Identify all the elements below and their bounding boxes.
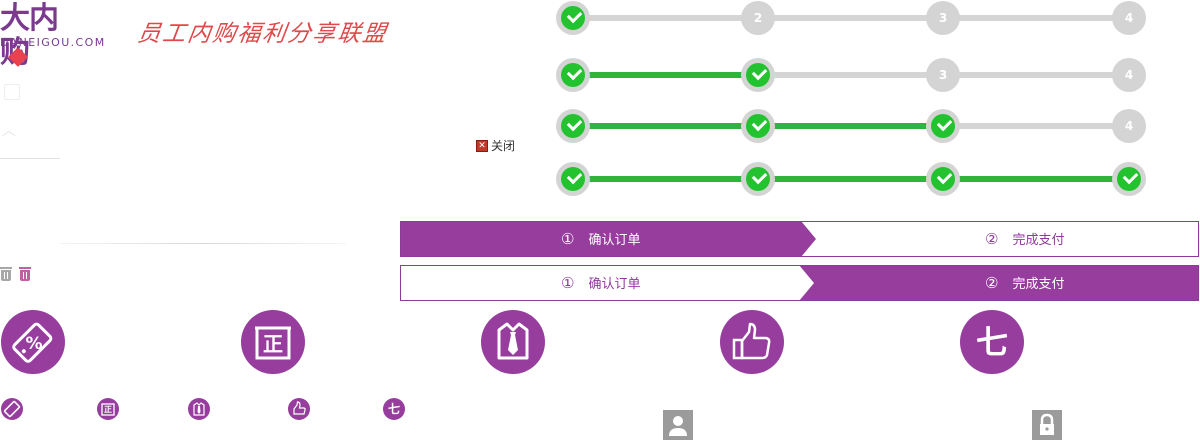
step-4: 4 bbox=[1112, 58, 1146, 92]
order-step-confirm[interactable]: ① 确认订单 bbox=[561, 222, 640, 256]
step-4-complete bbox=[1112, 162, 1146, 196]
logo-domain: DANEIGOU.COM bbox=[0, 36, 106, 49]
lock-icon[interactable] bbox=[1032, 410, 1062, 440]
active-step-arrow bbox=[799, 266, 1198, 300]
progress-row-1: 2 3 4 bbox=[556, 1, 1146, 35]
seven-days-icon: 七 bbox=[960, 310, 1024, 374]
step-4: 4 bbox=[1112, 1, 1146, 35]
step-3-complete bbox=[926, 109, 960, 143]
check-icon bbox=[1122, 168, 1139, 185]
check-icon bbox=[566, 115, 583, 132]
user-icon[interactable] bbox=[663, 410, 693, 440]
step-2-complete bbox=[741, 58, 775, 92]
step-3: 3 bbox=[926, 58, 960, 92]
seven-days-icon-small: 七 bbox=[383, 398, 405, 420]
logo-slogan: 员工内购福利分享联盟 bbox=[135, 21, 390, 47]
order-steps-bar-pay: ① 确认订单 ② 完成支付 bbox=[400, 265, 1199, 301]
step-1-complete bbox=[556, 162, 590, 196]
progress-row-2: 3 4 bbox=[556, 58, 1146, 92]
check-icon bbox=[566, 168, 583, 185]
trash-icon-active[interactable] bbox=[19, 267, 31, 281]
check-icon bbox=[936, 168, 953, 185]
step-2: 2 bbox=[741, 1, 775, 35]
thumbs-up-icon-small bbox=[288, 398, 310, 420]
discount-tag-icon-small bbox=[1, 398, 23, 420]
check-icon bbox=[751, 115, 768, 132]
svg-text:%: % bbox=[25, 334, 42, 354]
active-step-arrow bbox=[401, 222, 816, 256]
check-icon bbox=[936, 115, 953, 132]
step-2-complete bbox=[741, 109, 775, 143]
close-button[interactable]: ✕ 关闭 bbox=[476, 137, 515, 154]
check-icon bbox=[751, 168, 768, 185]
progress-row-3: 4 bbox=[556, 109, 1146, 143]
divider bbox=[0, 158, 60, 159]
step-3-complete bbox=[926, 162, 960, 196]
trash-icon[interactable] bbox=[0, 267, 12, 281]
order-step-pay[interactable]: ② 完成支付 bbox=[985, 266, 1064, 300]
order-step-pay[interactable]: ② 完成支付 bbox=[985, 222, 1064, 256]
faint-chevron-up-icon: ︿ bbox=[2, 123, 16, 139]
check-icon bbox=[566, 7, 583, 24]
progress-row-4 bbox=[556, 162, 1146, 196]
order-step-confirm[interactable]: ① 确认订单 bbox=[561, 266, 640, 300]
close-label: 关闭 bbox=[491, 139, 516, 153]
check-icon bbox=[566, 64, 583, 81]
step-1-complete bbox=[556, 1, 590, 35]
genuine-icon: 正 bbox=[241, 310, 305, 374]
order-steps-bar-confirm: ① 确认订单 ② 完成支付 bbox=[400, 221, 1199, 257]
step-2-complete bbox=[741, 162, 775, 196]
divider bbox=[60, 243, 346, 244]
thumbs-up-icon bbox=[720, 310, 784, 374]
step-1-complete bbox=[556, 109, 590, 143]
check-icon bbox=[751, 64, 768, 81]
close-x-icon: ✕ bbox=[476, 139, 488, 152]
genuine-icon-small: 正 bbox=[97, 398, 119, 420]
step-4: 4 bbox=[1112, 109, 1146, 143]
faint-cart-icon bbox=[4, 84, 20, 100]
step-3: 3 bbox=[926, 1, 960, 35]
step-1-complete bbox=[556, 58, 590, 92]
shirt-tie-icon-small bbox=[188, 398, 210, 420]
shirt-tie-icon bbox=[481, 310, 545, 374]
discount-tag-icon: % bbox=[1, 310, 65, 374]
